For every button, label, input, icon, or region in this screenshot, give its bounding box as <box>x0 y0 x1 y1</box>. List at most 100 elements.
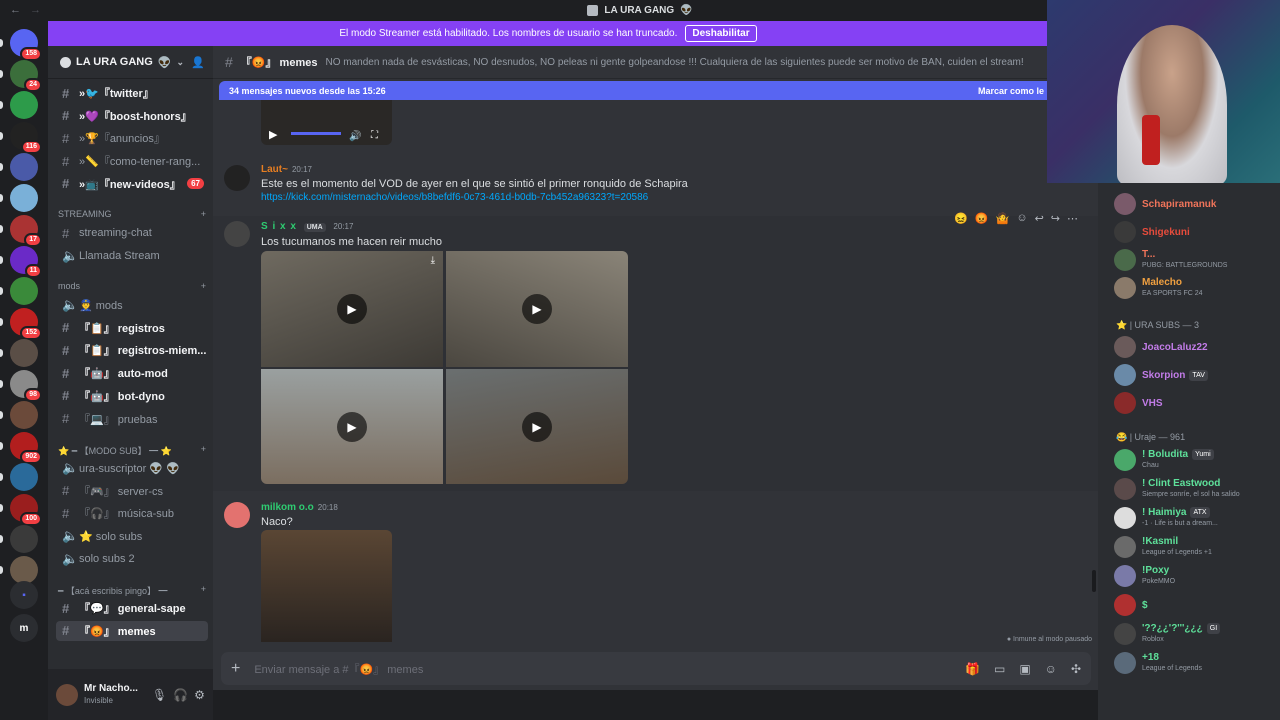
reaction-icon[interactable]: 🤷 <box>996 212 1010 225</box>
member-item[interactable]: $ <box>1114 592 1276 618</box>
add-member-icon[interactable]: 👤 <box>191 56 205 69</box>
add-channel-icon[interactable]: + <box>201 209 206 219</box>
server-icon[interactable]: 11 <box>10 246 42 278</box>
channel-category[interactable]: ⭐ ━ 【MODO SUB】 ━ ⭐ + <box>58 444 206 457</box>
member-item[interactable]: Schapiramanuk <box>1114 191 1276 217</box>
avatar[interactable] <box>224 221 250 247</box>
server-icon[interactable] <box>10 91 38 119</box>
member-item[interactable]: VHS <box>1114 390 1276 416</box>
channel-category[interactable]: ━ 【acá escribis pingo】 ━ + <box>58 584 206 597</box>
member-item[interactable]: !Poxy PokeMMO <box>1114 563 1276 589</box>
server-icon[interactable]: 17 <box>10 215 42 247</box>
gif-icon[interactable]: ▭ <box>994 662 1005 676</box>
sticker-icon[interactable]: ▣ <box>1019 662 1030 676</box>
folder-icon[interactable]: ▪ <box>10 581 38 609</box>
channel-item[interactable]: 🔈 solo subs 2 <box>56 549 208 569</box>
reaction-icon[interactable]: 😖 <box>954 212 968 225</box>
server-icon[interactable] <box>10 525 38 553</box>
mark-read-button[interactable]: Marcar como le <box>978 86 1044 96</box>
video-thumb[interactable]: ▶ <box>446 251 628 367</box>
message-link[interactable]: https://kick.com/misternacho/videos/b8be… <box>261 192 648 203</box>
microphone-icon[interactable]: 🎙 <box>152 688 167 702</box>
video-embed[interactable]: ▶ 🔊 ⛶ <box>261 100 392 145</box>
message-author[interactable]: S i x x UMA 20:17 <box>261 221 353 232</box>
add-channel-icon[interactable]: + <box>201 281 206 291</box>
member-item[interactable]: ! Clint Eastwood Siempre sonríe, el sol h… <box>1114 476 1276 502</box>
channel-item[interactable]: # »📺『new-videos』 67 <box>56 174 208 194</box>
play-icon[interactable]: ▶ <box>337 411 367 442</box>
play-icon[interactable]: ▶ <box>337 294 367 324</box>
server-icon[interactable] <box>10 153 38 181</box>
play-icon[interactable]: ▶ <box>269 128 277 141</box>
message-input[interactable]: Enviar mensaje a #『😡』 memes <box>254 661 423 677</box>
server-icon[interactable]: 902 <box>10 432 42 464</box>
channel-item[interactable]: # 『😡』 memes <box>56 620 208 641</box>
server-icon[interactable] <box>10 556 38 584</box>
channel-item[interactable]: 🔈 ura-suscriptor 👽 👽 <box>56 458 208 478</box>
server-icon[interactable] <box>10 401 38 429</box>
add-attachment-icon[interactable]: + <box>231 660 240 678</box>
channel-item[interactable]: # »💜『boost-honors』 <box>56 106 208 126</box>
channel-item[interactable]: # 『💻』 pruebas <box>56 409 208 429</box>
avatar[interactable] <box>56 683 78 706</box>
channel-item[interactable]: # 『🤖』 bot-dyno <box>56 386 208 406</box>
channel-item[interactable]: # »📏『como-tener-rang... <box>56 151 208 171</box>
channel-topic[interactable]: NO manden nada de esvásticas, NO desnudo… <box>325 57 1023 68</box>
channel-item[interactable]: # »🏆『anuncios』 <box>56 128 208 148</box>
reaction-icon[interactable]: 😡 <box>975 212 989 225</box>
video-progress[interactable] <box>291 132 341 135</box>
reply-icon[interactable]: ↩ <box>1035 212 1044 225</box>
guild-header[interactable]: LA URA GANG 👽 ⌄ 👤 <box>48 46 213 79</box>
member-item[interactable]: !Kasmil League of Legends +1 <box>1114 534 1276 560</box>
member-item[interactable]: Shigekuni <box>1114 219 1276 245</box>
channel-item[interactable]: # 『🤖』 auto-mod <box>56 363 208 383</box>
play-icon[interactable]: ▶ <box>522 411 552 442</box>
avatar[interactable] <box>224 502 250 528</box>
member-item[interactable]: ! Boludita Yumi Chau <box>1114 447 1276 473</box>
channel-item[interactable]: # 『📋』 registros-miem... <box>56 340 208 360</box>
gear-icon[interactable]: ⚙ <box>194 688 205 702</box>
channel-category[interactable]: STREAMING + <box>58 209 206 219</box>
message-author[interactable]: milkom o.o 20:18 <box>261 502 338 513</box>
channel-item[interactable]: 🔈 ⭐ solo subs <box>56 526 208 546</box>
forward-icon[interactable]: ↪ <box>1051 212 1060 225</box>
channel-item[interactable]: # 『📋』 registros <box>56 318 208 338</box>
apps-icon[interactable]: ✣ <box>1071 662 1081 676</box>
channel-item[interactable]: 🔈 👮 mods <box>56 295 208 315</box>
channel-item[interactable]: # 『🎧』 música-sub <box>56 503 208 523</box>
server-icon[interactable] <box>10 339 38 367</box>
add-channel-icon[interactable]: + <box>201 444 206 457</box>
disable-streamer-button[interactable]: Deshabilitar <box>685 25 757 42</box>
channel-category[interactable]: mods + <box>58 281 206 291</box>
server-icon[interactable]: 100 <box>10 494 42 526</box>
channel-item[interactable]: # 『💬』 general-sape <box>56 598 208 618</box>
server-icon[interactable]: 152 <box>10 308 42 340</box>
server-letter[interactable]: m <box>10 614 38 642</box>
channel-item[interactable]: # 『🎮』 server-cs <box>56 481 208 501</box>
message-author[interactable]: Laut~ 20:17 <box>261 164 312 175</box>
channel-item[interactable]: 🔈 Llamada Stream <box>56 246 208 266</box>
member-item[interactable]: Skorpion TAV <box>1114 362 1276 388</box>
channel-item[interactable]: # »🐦『twitter』 <box>56 83 208 103</box>
gift-icon[interactable]: 🎁 <box>965 662 980 676</box>
channel-item[interactable]: # streaming-chat <box>56 223 208 243</box>
new-messages-bar[interactable]: 34 mensajes nuevos desde las 15:26 Marca… <box>219 81 1054 100</box>
member-item[interactable]: +18 League of Legends <box>1114 650 1276 676</box>
play-icon[interactable]: ▶ <box>522 294 552 324</box>
server-icon[interactable]: 24 <box>10 60 42 92</box>
fullscreen-icon[interactable]: ⛶ <box>371 130 378 141</box>
server-icon[interactable] <box>10 277 38 305</box>
server-icon[interactable] <box>10 184 38 212</box>
member-item[interactable]: JoacoLaluz22 <box>1114 334 1276 360</box>
member-item[interactable]: ! Haimiya ATX -1 · Life is but a dream... <box>1114 505 1276 531</box>
video-embed[interactable] <box>261 530 392 642</box>
forward-arrow-icon[interactable]: → <box>30 4 41 16</box>
add-reaction-icon[interactable]: ☺ <box>1016 212 1027 225</box>
video-thumb[interactable]: ▶ <box>261 369 443 484</box>
member-item[interactable]: Malecho EA SPORTS FC 24 <box>1114 275 1276 301</box>
add-channel-icon[interactable]: + <box>201 584 206 597</box>
video-thumb[interactable]: ▶ <box>446 369 628 484</box>
server-icon[interactable]: 158 <box>10 29 42 61</box>
server-icon[interactable] <box>10 463 38 491</box>
member-item[interactable]: T... PUBG: BATTLEGROUNDS <box>1114 247 1276 273</box>
